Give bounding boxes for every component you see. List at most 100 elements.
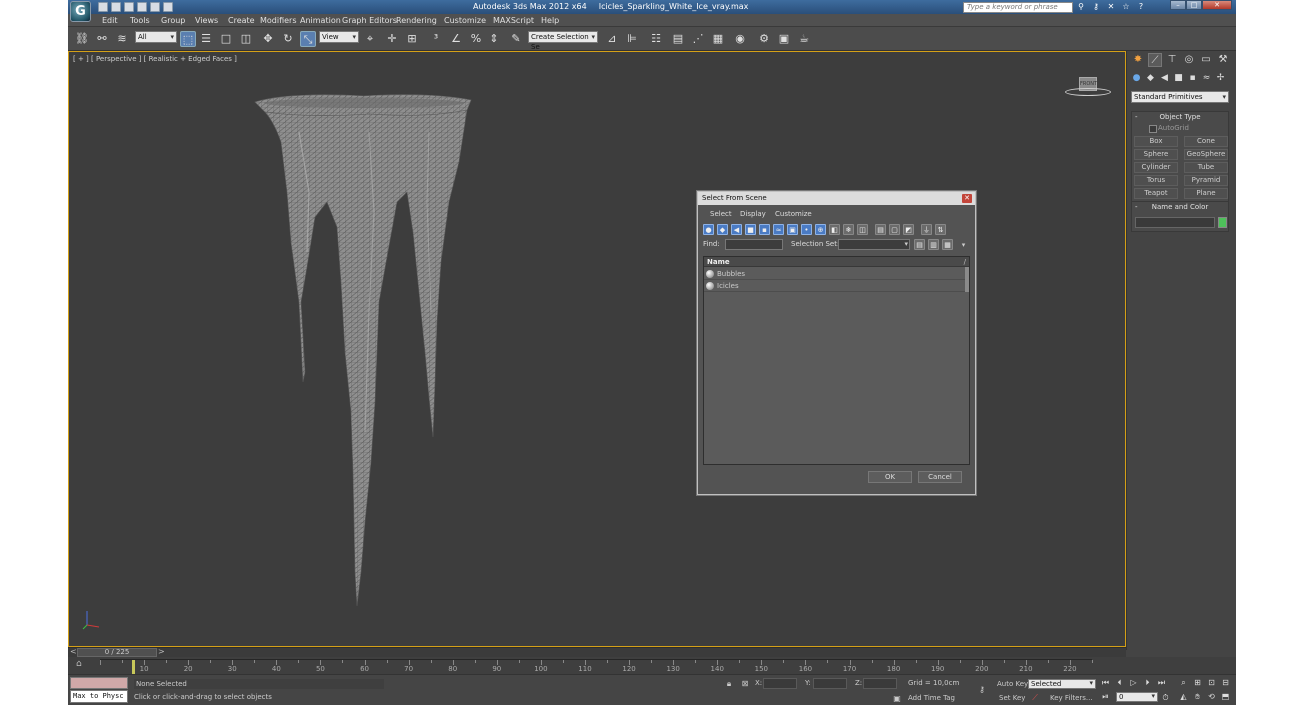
exchange-icon[interactable]: ✕ — [1106, 2, 1116, 12]
object-name-input[interactable] — [1135, 217, 1215, 228]
display-tab-icon[interactable]: ▭ — [1199, 53, 1213, 67]
name-and-color-header[interactable]: - Name and Color — [1132, 202, 1228, 213]
cameras-icon[interactable]: ■ — [1173, 73, 1184, 84]
spinner-snap-icon[interactable]: ⇕ — [486, 31, 502, 47]
key-mode-dropdown[interactable]: Selected — [1028, 679, 1096, 689]
lights-icon[interactable]: ◀ — [1159, 73, 1170, 84]
display-frozen-icon[interactable]: ❄ — [843, 224, 854, 235]
zoom-extents-icon[interactable]: ⊡ — [1206, 677, 1217, 688]
schematic-view-icon[interactable]: ▦ — [710, 31, 726, 47]
time-configuration-icon[interactable]: ⏱ — [1160, 692, 1171, 703]
select-all-icon[interactable]: ▤ — [875, 224, 886, 235]
time-slider-thumb[interactable]: 0 / 225 — [77, 648, 157, 657]
absolute-mode-icon[interactable]: ⊠ — [740, 679, 750, 689]
next-frame-icon[interactable]: ⏵ — [1142, 677, 1153, 688]
selection-set-dropdown[interactable] — [838, 239, 910, 250]
time-tag-icon[interactable]: ▣ — [892, 694, 902, 704]
orbit-icon[interactable]: ⟲ — [1206, 691, 1217, 702]
render-production-icon[interactable]: ☕ — [796, 31, 812, 47]
zoom-extents-all-icon[interactable]: ⊟ — [1220, 677, 1231, 688]
sun-light-icon[interactable]: ✸ — [1131, 53, 1145, 67]
key-filters-button[interactable]: Key Filters... — [1050, 694, 1093, 702]
go-to-end-icon[interactable]: ⏭ — [1156, 677, 1167, 688]
display-cameras-icon[interactable]: ■ — [745, 224, 756, 235]
menu-graph-editors[interactable]: Graph Editors — [342, 16, 397, 25]
geosphere-button[interactable]: GeoSphere — [1184, 149, 1228, 160]
menu-group[interactable]: Group — [161, 16, 185, 25]
cylinder-button[interactable]: Cylinder — [1134, 162, 1178, 173]
dialog-menu-select[interactable]: Select — [710, 210, 732, 218]
graphite-tools-icon[interactable]: ▤ — [670, 31, 686, 47]
tube-button[interactable]: Tube — [1184, 162, 1228, 173]
play-icon[interactable]: ▷ — [1128, 677, 1139, 688]
select-dependents-icon[interactable]: ⇅ — [935, 224, 946, 235]
project-folder-icon[interactable] — [163, 2, 173, 12]
display-shapes-icon[interactable]: ◆ — [717, 224, 728, 235]
select-by-name-icon[interactable]: ☰ — [198, 31, 214, 47]
box-button[interactable]: Box — [1134, 136, 1178, 147]
viewcube-compass[interactable] — [1065, 88, 1111, 96]
select-invert-icon[interactable]: ◩ — [903, 224, 914, 235]
object-list[interactable]: Name / Bubbles Icicles — [703, 256, 970, 465]
rendered-frame-window-icon[interactable]: ▣ — [776, 31, 792, 47]
list-item[interactable]: Icicles — [704, 280, 969, 292]
expand-options-icon[interactable]: ▾ — [958, 240, 969, 251]
display-containers-icon[interactable]: ◧ — [829, 224, 840, 235]
mirror-icon[interactable]: ⊿ — [604, 31, 620, 47]
lock-selection-icon[interactable]: 🔒︎ — [724, 679, 734, 689]
curve-editor-icon[interactable]: ⋰ — [690, 31, 706, 47]
display-hidden-icon[interactable]: ◫ — [857, 224, 868, 235]
display-groups-icon[interactable]: ▣ — [787, 224, 798, 235]
star-icon[interactable]: ☆ — [1121, 2, 1131, 12]
menu-rendering[interactable]: Rendering — [396, 16, 437, 25]
find-input[interactable] — [725, 239, 783, 250]
link-icon[interactable]: ⛓ — [74, 31, 90, 47]
geometry-icon[interactable]: ● — [1131, 73, 1142, 84]
maxscript-mini-listener[interactable]: Max to Physc — [70, 690, 128, 703]
select-none-icon[interactable]: ▢ — [889, 224, 900, 235]
key-mode-toggle-icon[interactable]: ⏯ — [1100, 691, 1111, 702]
help-search-input[interactable]: Type a keyword or phrase — [963, 2, 1073, 13]
plane-button[interactable]: Plane — [1184, 188, 1228, 199]
dialog-menu-display[interactable]: Display — [740, 210, 766, 218]
display-bones-icon[interactable]: ⊕ — [815, 224, 826, 235]
pivot-center-icon[interactable]: ⌖ — [362, 31, 378, 47]
current-frame-input[interactable]: 0 — [1116, 692, 1158, 702]
binoculars-icon[interactable]: ⚲ — [1076, 2, 1086, 12]
bind-space-warp-icon[interactable]: ≋ — [114, 31, 130, 47]
zoom-all-icon[interactable]: ⊞ — [1192, 677, 1203, 688]
utilities-tab-icon[interactable]: ⚒ — [1216, 53, 1230, 67]
menu-customize[interactable]: Customize — [444, 16, 486, 25]
dialog-close-button[interactable]: ✕ — [962, 194, 972, 203]
teapot-button[interactable]: Teapot — [1134, 188, 1178, 199]
menu-modifiers[interactable]: Modifiers — [260, 16, 297, 25]
named-selection-dropdown[interactable]: Create Selection Se — [528, 31, 598, 51]
reference-coord-dropdown[interactable]: View — [319, 31, 359, 43]
previous-frame-icon[interactable]: ⏴ — [1114, 677, 1125, 688]
add-time-tag[interactable]: Add Time Tag — [908, 694, 955, 702]
rectangular-region-icon[interactable]: □ — [218, 31, 234, 47]
ok-button[interactable]: OK — [868, 471, 912, 483]
render-setup-icon[interactable]: ⚙ — [756, 31, 772, 47]
cone-button[interactable]: Cone — [1184, 136, 1228, 147]
space-warps-icon[interactable]: ≈ — [1201, 73, 1212, 84]
redo-icon[interactable] — [150, 2, 160, 12]
sync-selection-icon[interactable]: ⏚ — [921, 224, 932, 235]
menu-maxscript[interactable]: MAXScript — [493, 16, 534, 25]
layer-manager-icon[interactable]: ☷ — [648, 31, 664, 47]
display-lights-icon[interactable]: ◀ — [731, 224, 742, 235]
open-file-icon[interactable] — [111, 2, 121, 12]
maximize-viewport-icon[interactable]: ⬒ — [1220, 691, 1231, 702]
remove-from-selection-set-icon[interactable]: ▦ — [942, 239, 953, 250]
unlink-icon[interactable]: ⚯ — [94, 31, 110, 47]
next-frame-arrow[interactable]: > — [158, 647, 165, 656]
key-mode-icon[interactable]: ⚷ — [975, 685, 989, 695]
move-icon[interactable]: ✥ — [260, 31, 276, 47]
select-manipulate-icon[interactable]: ✛ — [384, 31, 400, 47]
menu-edit[interactable]: Edit — [102, 16, 118, 25]
display-helpers-icon[interactable]: ▪ — [759, 224, 770, 235]
menu-animation[interactable]: Animation — [300, 16, 341, 25]
motion-tab-icon[interactable]: ◎ — [1182, 53, 1196, 67]
rotate-icon[interactable]: ↻ — [280, 31, 296, 47]
mini-curve-editor-icon[interactable]: ⌂ — [76, 659, 88, 671]
